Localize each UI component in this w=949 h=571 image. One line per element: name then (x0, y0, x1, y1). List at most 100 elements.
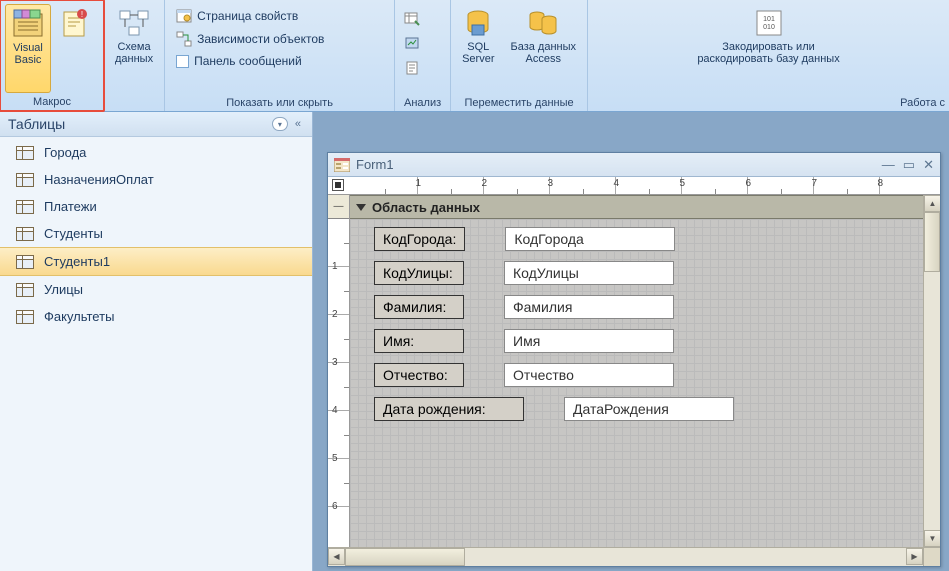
db-tools-group-label: Работа с (592, 94, 945, 111)
property-sheet-label: Страница свойств (197, 9, 298, 23)
scroll-right-button[interactable]: ▶ (906, 548, 923, 565)
form-window-title: Form1 (356, 157, 394, 172)
checkbox-icon (176, 55, 189, 68)
dependencies-icon (176, 31, 192, 47)
main-area: Таблицы ▾ « Города НазначенияОплатПлатежи… (0, 112, 949, 571)
field-textbox[interactable]: Отчество (504, 363, 674, 387)
vertical-scrollbar[interactable]: ▲ ▼ (923, 195, 940, 547)
field-label[interactable]: КодГорода: (374, 227, 465, 251)
form-window-titlebar[interactable]: Form1 — ▭ ✕ (328, 153, 940, 177)
form-control-row: Фамилия: Фамилия (374, 295, 899, 319)
nav-item-label: Студенты1 (44, 254, 110, 269)
nav-item-label: Улицы (44, 282, 83, 297)
detail-section-label: Область данных (372, 200, 480, 215)
analyze-table-icon (404, 10, 420, 26)
field-label[interactable]: Дата рождения: (374, 397, 524, 421)
ribbon-group-relationships: Схема данных (104, 0, 165, 111)
analyze-perf-button[interactable] (399, 32, 446, 54)
field-textbox[interactable]: Фамилия (504, 295, 674, 319)
table-icon (16, 227, 34, 241)
nav-item-table[interactable]: Факультеты (0, 303, 312, 330)
minimize-button[interactable]: — (882, 157, 895, 173)
hscroll-thumb[interactable] (345, 548, 465, 566)
detail-section-header[interactable]: Область данных (350, 195, 923, 219)
ribbon-group-macros: Visual Basic ! Макрос (0, 0, 105, 112)
table-icon (16, 310, 34, 324)
horizontal-ruler[interactable]: 12345678 (328, 177, 940, 195)
move-data-group-label: Переместить данные (455, 94, 583, 111)
nav-item-table[interactable]: Студенты1 (0, 247, 312, 276)
form-body: 12345678 — 123456 Область данных КодГоро… (328, 177, 940, 547)
design-area: Область данных КодГорода: КодГорода КодУли… (350, 195, 923, 547)
analyze-doc-button[interactable] (399, 57, 446, 79)
field-textbox[interactable]: КодУлицы (504, 261, 674, 285)
nav-item-table[interactable]: Студенты (0, 220, 312, 247)
nav-item-table[interactable]: НазначенияОплат (0, 166, 312, 193)
show-hide-group-label: Показать или скрыть (169, 94, 390, 111)
table-icon (16, 200, 34, 214)
field-label[interactable]: КодУлицы: (374, 261, 464, 285)
field-textbox[interactable]: Имя (504, 329, 674, 353)
mdi-workspace: Form1 — ▭ ✕ 12345678 — 123456 (313, 112, 949, 571)
analyze-group-label: Анализ (399, 94, 446, 111)
field-label[interactable]: Отчество: (374, 363, 464, 387)
form-icon (334, 158, 350, 172)
close-button[interactable]: ✕ (923, 157, 934, 173)
ribbon-group-analyze: Анализ (395, 0, 451, 111)
form-designer-window: Form1 — ▭ ✕ 12345678 — 123456 (327, 152, 941, 567)
form-canvas[interactable]: КодГорода: КодГорода КодУлицы: КодУлицы Фами… (350, 219, 923, 547)
visual-basic-button[interactable]: Visual Basic (5, 4, 51, 93)
relationships-icon (118, 7, 150, 39)
encode-db-button[interactable]: 101010 Закодировать или раскодировать ба… (690, 3, 846, 94)
nav-item-label: Города (44, 145, 86, 160)
scroll-up-button[interactable]: ▲ (924, 195, 940, 212)
vscroll-thumb[interactable] (924, 212, 940, 272)
nav-list: Города НазначенияОплатПлатежи Студенты Студ… (0, 137, 312, 332)
ribbon-group-db-tools: 101010 Закодировать или раскодировать ба… (588, 0, 949, 111)
svg-text:010: 010 (763, 24, 775, 31)
field-textbox[interactable]: ДатаРождения (564, 397, 734, 421)
horizontal-scrollbar[interactable]: ◀ ▶ (328, 547, 940, 566)
dependencies-button[interactable]: Зависимости объектов (169, 28, 390, 50)
section-collapse-icon (356, 204, 366, 211)
relationships-button[interactable]: Схема данных (108, 3, 160, 106)
macros-group-label: Макрос (5, 93, 99, 110)
table-icon (16, 255, 34, 269)
access-db-icon (527, 7, 559, 39)
nav-title: Таблицы (8, 116, 65, 132)
vertical-ruler[interactable]: — 123456 (328, 195, 350, 547)
analyze-table-button[interactable] (399, 7, 446, 29)
nav-item-label: Факультеты (44, 309, 114, 324)
macro-run-button[interactable]: ! (53, 4, 99, 93)
encode-db-label: Закодировать или раскодировать базу данн… (697, 41, 839, 65)
nav-item-label: Студенты (44, 226, 103, 241)
visual-basic-label: Visual Basic (13, 42, 43, 66)
field-textbox[interactable]: КодГорода (505, 227, 675, 251)
nav-item-table[interactable]: Улицы (0, 276, 312, 303)
scroll-left-button[interactable]: ◀ (328, 548, 345, 565)
table-icon (16, 173, 34, 187)
access-db-button[interactable]: База данных Access (504, 3, 584, 94)
section-selector[interactable]: — (328, 195, 349, 219)
field-label[interactable]: Фамилия: (374, 295, 464, 319)
message-bar-button[interactable]: Панель сообщений (169, 51, 390, 71)
sql-server-icon (462, 7, 494, 39)
table-icon (16, 283, 34, 297)
form-control-row: Отчество: Отчество (374, 363, 899, 387)
field-label[interactable]: Имя: (374, 329, 464, 353)
nav-item-table[interactable]: Платежи (0, 193, 312, 220)
nav-item-table[interactable]: Города (0, 139, 312, 166)
analyze-perf-icon (404, 35, 420, 51)
svg-text:101: 101 (763, 16, 775, 23)
message-bar-label: Панель сообщений (194, 54, 302, 68)
encode-db-icon: 101010 (753, 7, 785, 39)
sql-server-label: SQL Server (462, 41, 494, 65)
scroll-down-button[interactable]: ▼ (924, 530, 940, 547)
nav-dropdown-button[interactable]: ▾ (272, 117, 288, 131)
sql-server-button[interactable]: SQL Server (455, 3, 501, 94)
maximize-button[interactable]: ▭ (903, 157, 915, 173)
nav-collapse-button[interactable]: « (292, 118, 304, 130)
scroll-corner (923, 548, 940, 566)
property-sheet-button[interactable]: Страница свойств (169, 5, 390, 27)
form-selector[interactable] (332, 179, 344, 191)
